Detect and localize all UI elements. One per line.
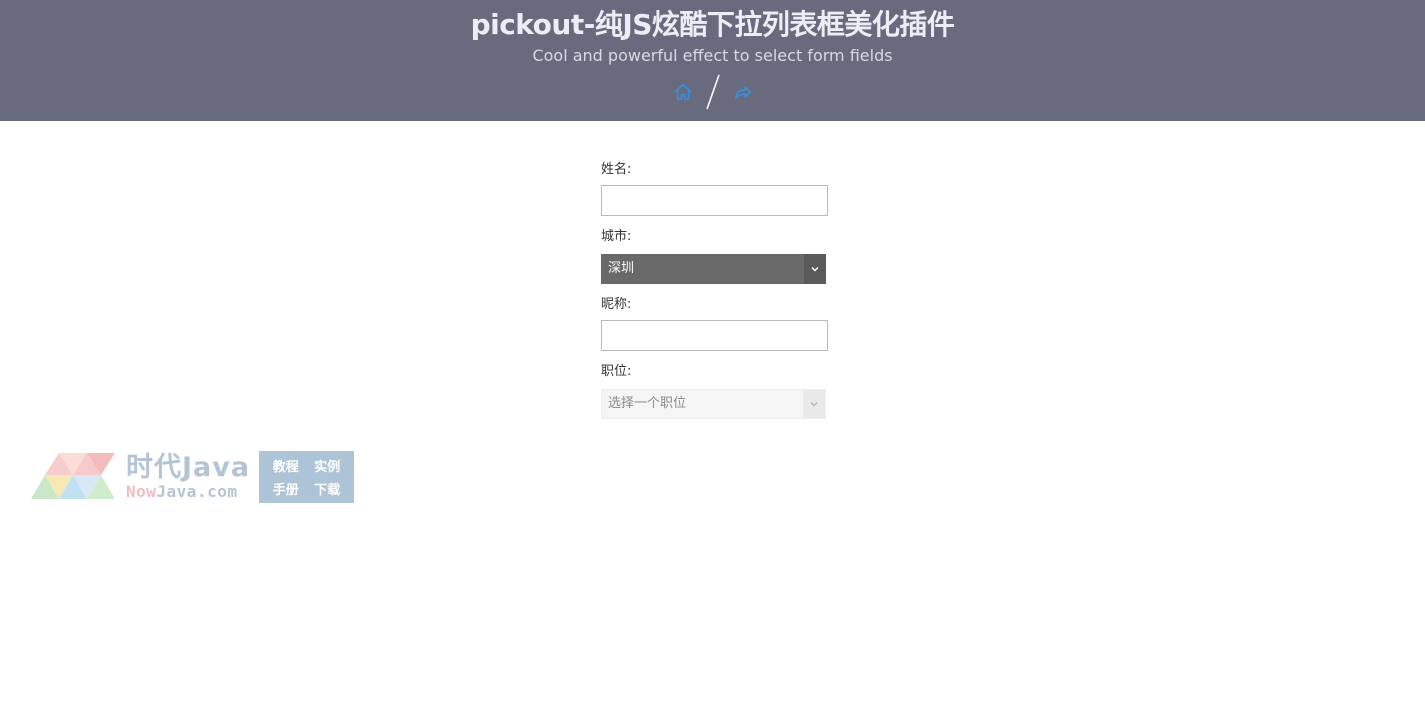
position-label: 职位: xyxy=(601,364,632,379)
name-input[interactable] xyxy=(601,185,828,216)
site-watermark: 时代Java NowJava.com 教程 实例 手册 下载 xyxy=(31,451,354,503)
watermark-domain: NowJava.com xyxy=(126,482,237,502)
watermark-link-tutorial: 教程 xyxy=(272,460,299,475)
share-icon[interactable] xyxy=(733,82,753,102)
nickname-label: 昵称: xyxy=(601,297,632,312)
demo-form: 姓名: 城市: 深圳 昵称: 职位: 选择一个职位 xyxy=(601,160,828,419)
watermark-domain-rest: Java.com xyxy=(156,482,238,501)
watermark-link-manual: 手册 xyxy=(272,483,299,498)
nickname-input[interactable] xyxy=(601,320,828,351)
page-title: pickout-纯JS炫酷下拉列表框美化插件 xyxy=(470,8,955,41)
chevron-down-icon[interactable] xyxy=(803,390,825,418)
nav-separator xyxy=(693,72,733,112)
city-select[interactable]: 深圳 xyxy=(601,254,826,284)
city-label: 城市: xyxy=(601,229,632,244)
position-placeholder: 选择一个职位 xyxy=(608,396,687,411)
logo-icon xyxy=(31,453,121,501)
chevron-down-icon[interactable] xyxy=(804,254,826,284)
position-select[interactable]: 选择一个职位 xyxy=(601,389,826,419)
watermark-links-box: 教程 实例 手册 下载 xyxy=(259,451,354,503)
name-label: 姓名: xyxy=(601,162,632,177)
watermark-domain-prefix: Now xyxy=(126,482,157,501)
page-subtitle: Cool and powerful effect to select form … xyxy=(532,46,893,65)
watermark-link-examples: 实例 xyxy=(314,460,341,475)
watermark-link-download: 下载 xyxy=(314,483,341,498)
city-selected-value: 深圳 xyxy=(608,261,635,276)
header-nav xyxy=(673,72,753,112)
home-icon[interactable] xyxy=(673,82,693,102)
watermark-title: 时代Java xyxy=(126,452,251,483)
page-header: pickout-纯JS炫酷下拉列表框美化插件 Cool and powerful… xyxy=(0,0,1425,121)
